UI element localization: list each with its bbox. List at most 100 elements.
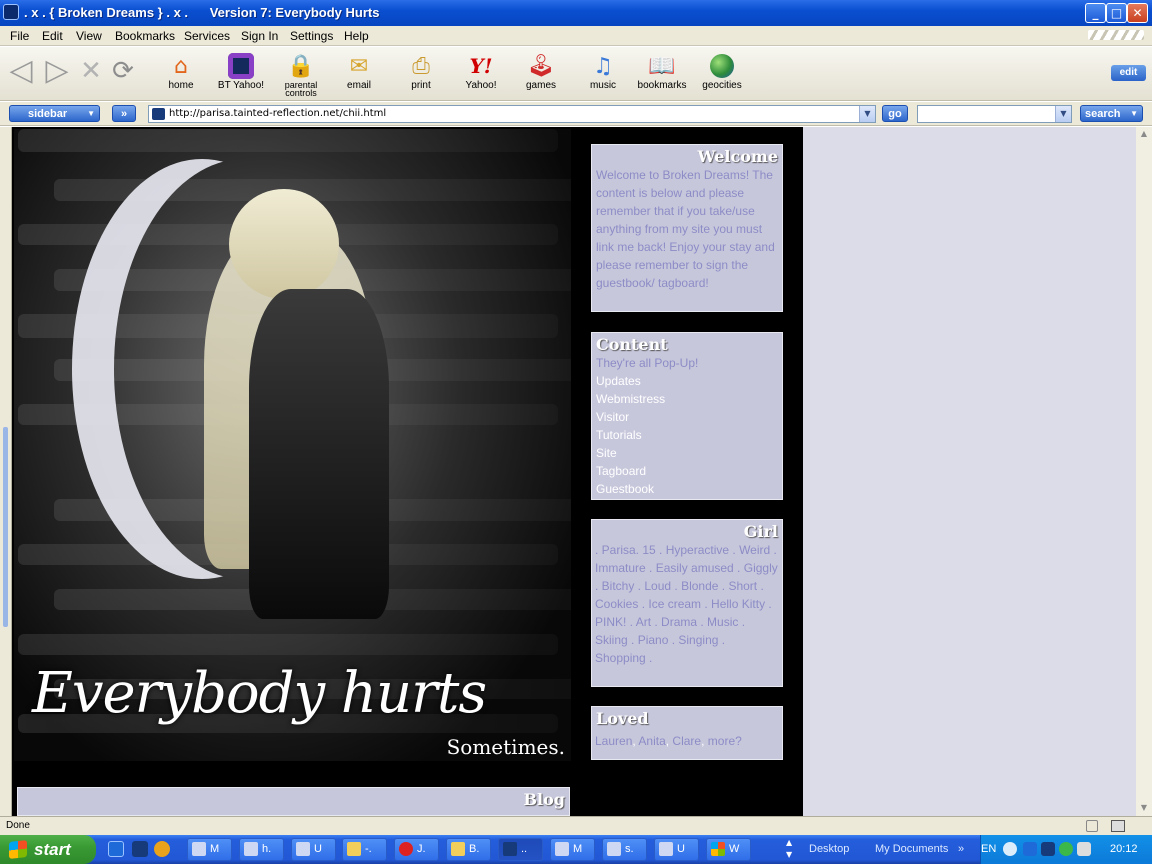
girl-tag: Hyperactive . xyxy=(665,543,740,557)
back-button[interactable]: ◁ xyxy=(6,55,36,89)
desktop-toolbar-link[interactable]: Desktop xyxy=(809,843,849,855)
url-field[interactable]: http://parisa.tainted-reflection.net/chi… xyxy=(148,105,876,123)
tray-messenger-icon[interactable] xyxy=(1059,842,1073,856)
taskbar-item-11[interactable]: W xyxy=(706,838,751,861)
link-guestbook[interactable]: Guestbook xyxy=(592,480,782,498)
media-quicklaunch-icon[interactable] xyxy=(154,841,170,857)
menu-services[interactable]: Services xyxy=(184,29,230,43)
menu-sign-in[interactable]: Sign In xyxy=(241,29,278,43)
toolbar-expand-chevron[interactable]: » xyxy=(958,843,964,855)
taskbar-item-8[interactable]: M xyxy=(550,838,595,861)
geocities-button[interactable]: geocities xyxy=(698,49,746,99)
email-button[interactable]: ✉ email xyxy=(336,49,382,99)
link-updates[interactable]: Updates xyxy=(592,372,782,390)
link-more[interactable]: more? xyxy=(708,734,742,748)
welcome-box: Welcome Welcome to Broken Dreams! The co… xyxy=(590,143,784,313)
menu-edit[interactable]: Edit xyxy=(42,29,63,43)
favicon-icon xyxy=(152,108,165,120)
sidebar-edge[interactable] xyxy=(0,127,12,816)
link-tutorials[interactable]: Tutorials xyxy=(592,426,782,444)
tray-browser-icon[interactable] xyxy=(1041,842,1055,856)
link-tagboard[interactable]: Tagboard xyxy=(592,462,782,480)
taskbar-item-6[interactable]: B. xyxy=(446,838,491,861)
browser-viewport: Everybody hurts Sometimes. Welcome Welco… xyxy=(0,127,1152,816)
search-button[interactable]: search ▼ xyxy=(1080,105,1143,122)
background-texture xyxy=(18,129,558,153)
lock-status-icon xyxy=(1086,820,1098,832)
sidebar-handle[interactable] xyxy=(3,427,8,627)
link-anita[interactable]: Anita xyxy=(638,734,665,748)
menu-settings[interactable]: Settings xyxy=(290,29,333,43)
music-note-icon: ♫ xyxy=(593,53,613,79)
app-icon[interactable] xyxy=(3,4,19,20)
refresh-button[interactable]: ⟳ xyxy=(108,55,138,89)
search-dropdown-arrow[interactable]: ▼ xyxy=(1055,106,1071,122)
menu-file[interactable]: File xyxy=(10,29,29,43)
taskbar-scroll-arrows[interactable]: ▲ ▼ xyxy=(786,837,792,861)
sidebar-button[interactable]: sidebar ▼ xyxy=(9,105,100,122)
browser-quicklaunch-icon[interactable] xyxy=(132,841,148,857)
menu-bookmarks[interactable]: Bookmarks xyxy=(115,29,175,43)
search-input[interactable]: ▼ xyxy=(917,105,1072,123)
minimize-button[interactable]: _ xyxy=(1085,3,1106,23)
ie-quicklaunch-icon[interactable] xyxy=(108,841,124,857)
link-site[interactable]: Site xyxy=(592,444,782,462)
print-button[interactable]: ⎙ print xyxy=(398,49,444,99)
link-visitor[interactable]: Visitor xyxy=(592,408,782,426)
browser-icon xyxy=(503,842,517,856)
parental-controls-button[interactable]: 🔒 parental controls xyxy=(278,49,324,99)
tray-network-icon[interactable] xyxy=(1023,842,1037,856)
loved-box: Loved Lauren, Anita, Clare, more? xyxy=(590,705,784,761)
taskbar-item-3[interactable]: U xyxy=(291,838,336,861)
girl-tag: Shopping . xyxy=(595,651,653,665)
bt-yahoo-button[interactable]: BT Yahoo! xyxy=(212,49,270,99)
url-dropdown-arrow[interactable]: ▼ xyxy=(859,106,875,122)
content-box: Content They're all Pop-Up! Updates Webm… xyxy=(590,331,784,501)
taskbar-item-1[interactable]: M xyxy=(187,838,232,861)
taskbar-item-7[interactable]: .. xyxy=(498,838,543,861)
bookmarks-button[interactable]: 📖 bookmarks xyxy=(634,49,690,99)
yahoo-button[interactable]: Y! Yahoo! xyxy=(454,49,508,99)
girl-tag: Skiing . xyxy=(595,633,638,647)
edit-button[interactable]: edit xyxy=(1111,65,1146,81)
girl-box: Girl . Parisa. 15 . Hyperactive . Weird … xyxy=(590,518,784,688)
scroll-down-icon[interactable]: ▼ xyxy=(1139,803,1149,812)
maximize-button[interactable]: □ xyxy=(1106,3,1127,23)
girl-tag: Cookies . xyxy=(595,597,649,611)
tray-back-icon[interactable] xyxy=(1003,842,1017,856)
lock-icon: 🔒 xyxy=(287,53,315,79)
taskbar-item-5[interactable]: J. xyxy=(394,838,439,861)
music-button[interactable]: ♫ music xyxy=(580,49,626,99)
yahoo-icon: Y! xyxy=(469,54,493,78)
link-webmistress[interactable]: Webmistress xyxy=(592,390,782,408)
taskbar-item-10[interactable]: U xyxy=(654,838,699,861)
girl-head xyxy=(229,189,339,299)
taskbar-item-4[interactable]: -. xyxy=(342,838,387,861)
popup-blocker-icon[interactable] xyxy=(1111,820,1125,832)
expand-button[interactable]: » xyxy=(112,105,136,122)
tray-volume-icon[interactable] xyxy=(1077,842,1091,856)
language-indicator[interactable]: EN xyxy=(981,843,996,855)
forward-button[interactable]: ▷ xyxy=(42,55,72,89)
window-title: . x . { Broken Dreams } . x . Version 7:… xyxy=(24,5,380,20)
folder-icon xyxy=(451,842,465,856)
link-lauren[interactable]: Lauren xyxy=(595,734,632,748)
book-icon: 📖 xyxy=(648,53,676,79)
menu-help[interactable]: Help xyxy=(344,29,369,43)
scroll-up-icon[interactable]: ▲ xyxy=(1139,129,1149,138)
start-button[interactable]: start xyxy=(0,835,96,864)
vertical-scrollbar[interactable]: ▲ ▼ xyxy=(1136,127,1152,816)
home-button[interactable]: ⌂ home xyxy=(160,49,202,99)
girl-tag: PINK! . xyxy=(595,615,636,629)
menu-view[interactable]: View xyxy=(76,29,102,43)
stop-button[interactable]: ✕ xyxy=(76,55,106,89)
go-button[interactable]: go xyxy=(882,105,908,122)
my-documents-link[interactable]: My Documents xyxy=(875,843,948,855)
games-button[interactable]: 🕹 games xyxy=(518,49,564,99)
close-button[interactable]: ✕ xyxy=(1127,3,1148,23)
taskbar-item-9[interactable]: s. xyxy=(602,838,647,861)
girl-tag: Weird . xyxy=(739,543,777,557)
chevron-down-icon: ▼ xyxy=(87,109,95,118)
taskbar-item-2[interactable]: h. xyxy=(239,838,284,861)
link-clare[interactable]: Clare xyxy=(672,734,701,748)
